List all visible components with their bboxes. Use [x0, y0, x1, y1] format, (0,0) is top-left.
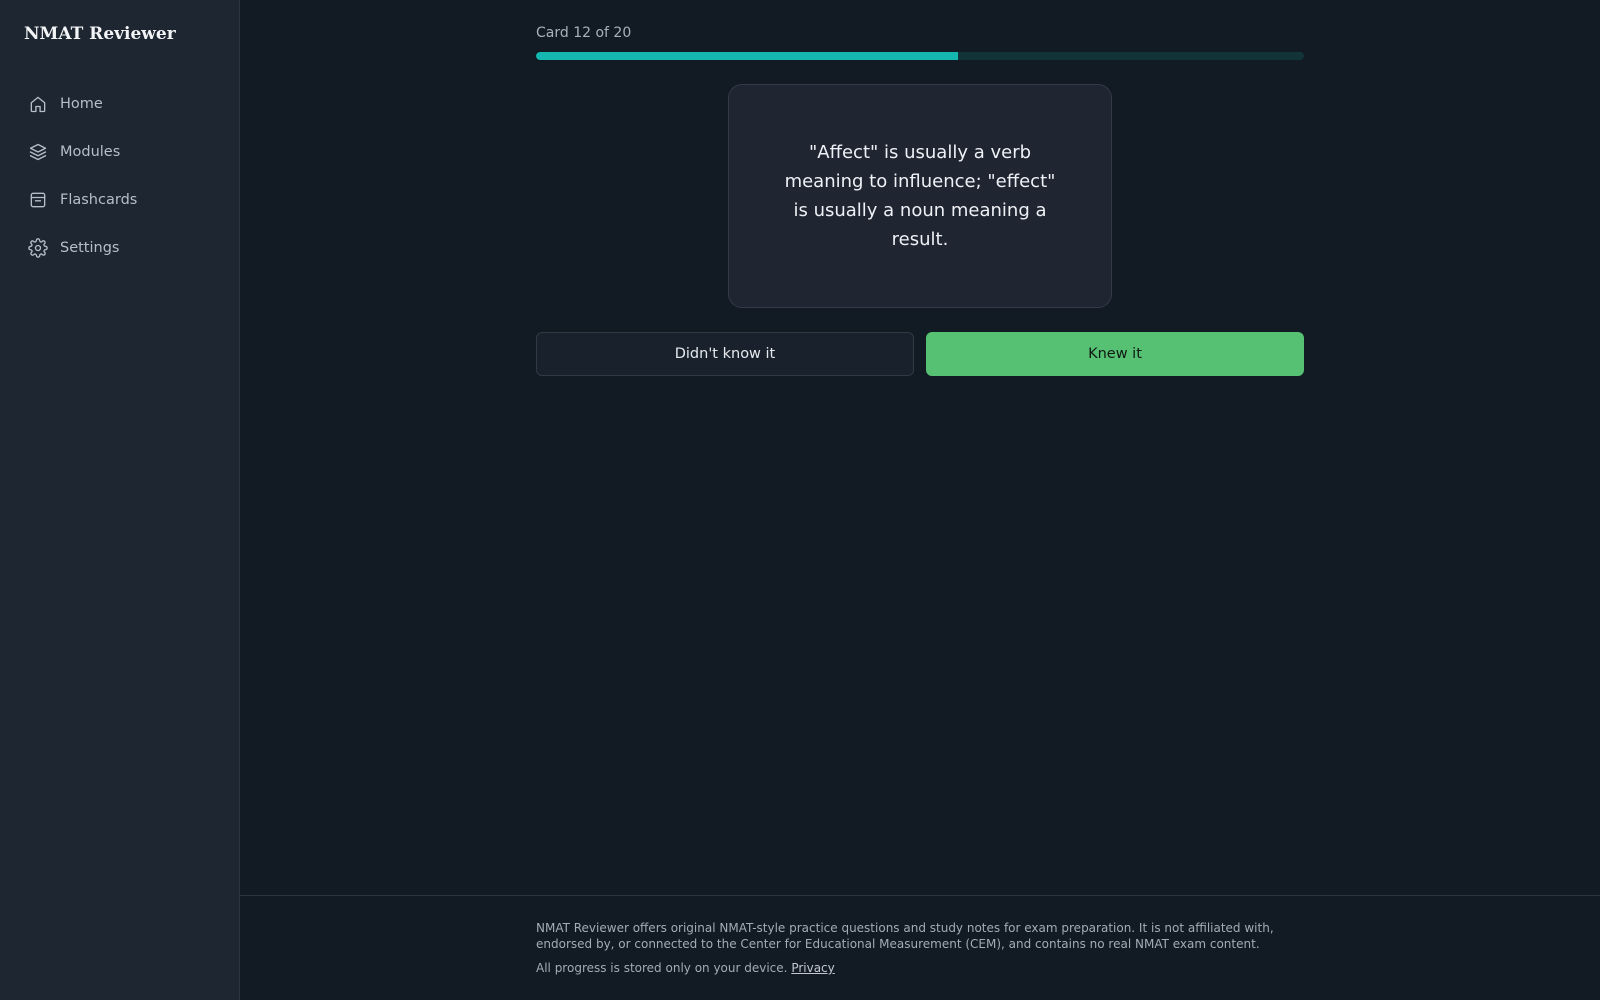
gear-icon [28, 238, 48, 258]
sidebar-item-settings[interactable]: Settings [0, 224, 239, 272]
main-area: Card 12 of 20 "Affect" is usually a verb… [240, 0, 1600, 1000]
footer-disclaimer: NMAT Reviewer offers original NMAT-style… [536, 921, 1274, 951]
inbox-icon [28, 190, 48, 210]
sidebar-item-label: Modules [60, 144, 121, 160]
sidebar-item-flashcards[interactable]: Flashcards [0, 176, 239, 224]
flashcard[interactable]: "Affect" is usually a verb meaning to in… [728, 84, 1112, 308]
layers-icon [28, 142, 48, 162]
session-panel: Card 12 of 20 "Affect" is usually a verb… [536, 24, 1304, 376]
sidebar-item-label: Settings [60, 240, 120, 256]
sidebar-nav: Home Modules Flashcards Settings [0, 80, 239, 272]
privacy-link[interactable]: Privacy [791, 961, 834, 975]
answer-actions: Didn't know it Knew it [536, 332, 1304, 376]
sidebar: NMAT Reviewer Home Modules Flashcards Se… [0, 0, 240, 1000]
didnt-know-button[interactable]: Didn't know it [536, 332, 914, 376]
flashcard-text: "Affect" is usually a verb meaning to in… [784, 142, 1056, 250]
footer: NMAT Reviewer offers original NMAT-style… [240, 895, 1600, 1000]
home-icon [28, 94, 48, 114]
sidebar-item-modules[interactable]: Modules [0, 128, 239, 176]
flashcard-session: Card 12 of 20 "Affect" is usually a verb… [240, 0, 1600, 895]
knew-it-button[interactable]: Knew it [926, 332, 1304, 376]
sidebar-item-label: Home [60, 96, 103, 112]
footer-storage-note: All progress is stored only on your devi… [536, 961, 788, 975]
footer-storage-line: All progress is stored only on your devi… [536, 960, 1304, 976]
sidebar-item-label: Flashcards [60, 192, 138, 208]
app-title[interactable]: NMAT Reviewer [0, 22, 239, 46]
card-counter: Card 12 of 20 [536, 25, 632, 41]
progress-bar [536, 52, 1304, 60]
progress-bar-fill [536, 52, 959, 60]
app-root: NMAT Reviewer Home Modules Flashcards Se… [0, 0, 1600, 1000]
footer-content: NMAT Reviewer offers original NMAT-style… [536, 920, 1304, 976]
sidebar-item-home[interactable]: Home [0, 80, 239, 128]
